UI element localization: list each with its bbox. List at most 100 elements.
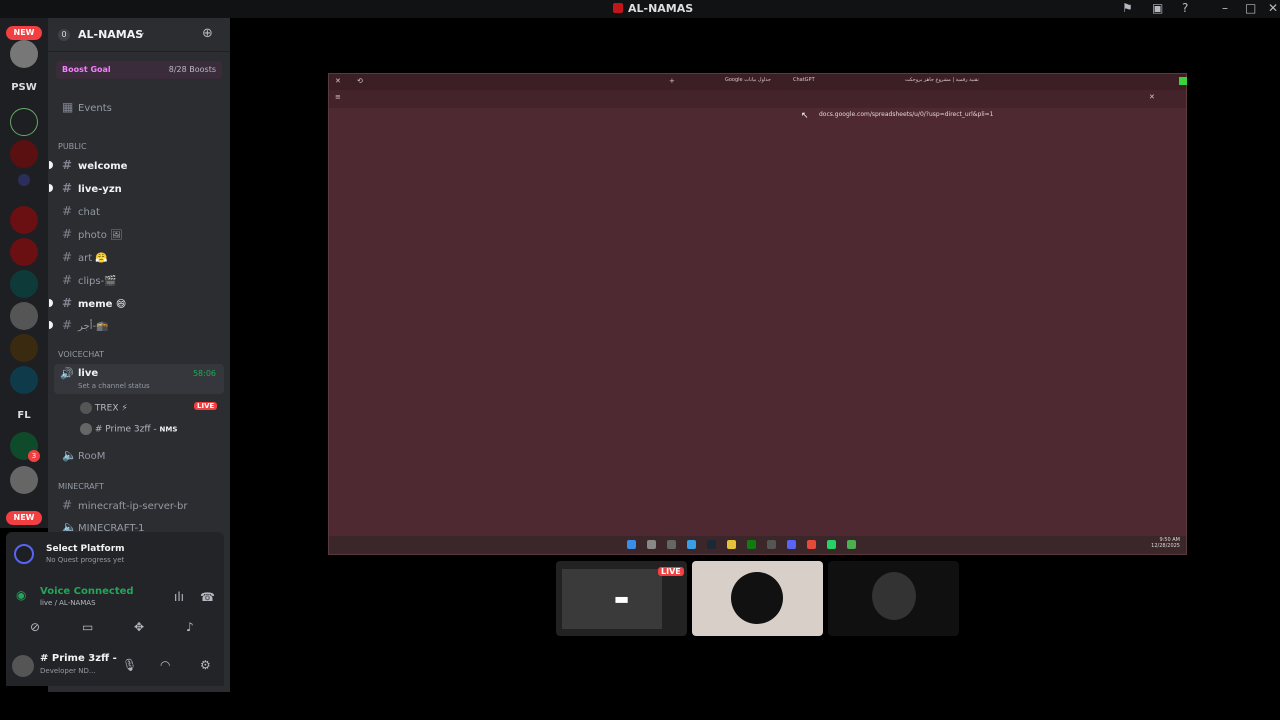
xbox-icon[interactable]	[747, 540, 756, 549]
close-icon[interactable]: ✕	[1268, 1, 1278, 15]
new-tab-icon[interactable]: +	[669, 77, 675, 85]
camera-off-icon[interactable]: ⊘	[30, 620, 40, 634]
noise-suppression-icon[interactable]: ılı	[174, 590, 184, 604]
close-icon[interactable]: ✕	[1149, 93, 1155, 101]
address-bar[interactable]: docs.google.com/spreadsheets/u/0/?usp=di…	[819, 111, 994, 118]
channel-meme[interactable]: # meme 😄	[49, 293, 222, 313]
search-icon[interactable]	[647, 540, 656, 549]
server-icon[interactable]	[10, 40, 38, 68]
browser-toolbar: ≡ docs.google.com/spreadsheets/u/0/?usp=…	[329, 90, 1186, 118]
server-list: NEW PSW FL 3 NEW	[0, 18, 48, 528]
brave-icon[interactable]	[807, 540, 816, 549]
voice-channel-name: live	[78, 368, 99, 379]
speaker-icon: 🔈	[62, 448, 77, 462]
screen-share-icon[interactable]: ▭	[82, 620, 93, 634]
start-icon[interactable]	[627, 540, 636, 549]
browser-tab[interactable]: ChatGPT	[793, 77, 815, 83]
speaker-icon: 🔈	[62, 520, 77, 531]
hash-icon: #	[62, 498, 73, 512]
new-badge: NEW	[6, 26, 42, 40]
stream-tile-screen[interactable]: ▬ LIVE	[556, 561, 687, 636]
browser-tab[interactable]: Google جداول بيانات	[725, 77, 771, 83]
channel-label: meme 😄	[78, 299, 127, 310]
edge-icon[interactable]	[687, 540, 696, 549]
task-view-icon[interactable]	[667, 540, 676, 549]
menu-icon[interactable]: ≡	[335, 93, 341, 101]
windows-taskbar: 9:50 AM 12/28/2025	[329, 536, 1186, 554]
hash-icon: #	[62, 204, 73, 218]
category-minecraft[interactable]: MINECRAFT	[58, 482, 104, 491]
headphones-icon[interactable]: ◠	[160, 658, 170, 672]
voice-location[interactable]: live / AL-NAMAS	[40, 599, 96, 607]
reload-icon[interactable]: ⟲	[357, 77, 363, 85]
folder-icon[interactable]	[18, 174, 30, 186]
activities-icon[interactable]: ✥	[134, 620, 144, 634]
quest-panel[interactable]: Select Platform No Quest progress yet	[6, 532, 224, 576]
avatar[interactable]	[12, 655, 34, 677]
help-icon[interactable]: ?	[1182, 1, 1188, 15]
flag-icon[interactable]: ⚑	[1122, 1, 1133, 15]
server-icon[interactable]	[10, 334, 38, 362]
minimize-icon[interactable]: –	[1222, 1, 1228, 15]
channel-status[interactable]: Set a channel status	[78, 382, 150, 390]
category-public[interactable]: public	[58, 142, 87, 151]
channel-photo[interactable]: # photo 🖼	[56, 224, 222, 244]
channel-art[interactable]: # art 😤	[56, 247, 222, 267]
channel-live-yzn[interactable]: # live-yzn	[49, 178, 222, 198]
events-link[interactable]: ▦ Events	[56, 97, 222, 117]
channel-welcome[interactable]: # welcome	[49, 155, 222, 175]
maximize-icon[interactable]: □	[1245, 1, 1256, 15]
disconnect-icon[interactable]: ☎	[200, 590, 215, 604]
whatsapp-icon[interactable]	[827, 540, 836, 549]
voice-status: Voice Connected	[40, 586, 134, 597]
server-icon[interactable]	[10, 270, 38, 298]
browser-tab[interactable]: تقنية رقمية | مشروع جاهز بروجكت	[905, 77, 979, 83]
channel-ajr[interactable]: # أجر-🕋	[49, 315, 222, 335]
hash-icon: #	[62, 227, 73, 241]
server-icon[interactable]	[10, 466, 38, 494]
channel-minecraft-1[interactable]: 🔈MINECRAFT-1	[56, 517, 222, 531]
user-name: # Prime 3zff -	[40, 653, 117, 664]
server-icon[interactable]	[10, 366, 38, 394]
server-header[interactable]: 0 AL-NAMAS ⌄ ⊕	[48, 18, 230, 52]
chrome-icon[interactable]	[847, 540, 856, 549]
server-psw[interactable]: PSW	[0, 82, 48, 93]
category-voicechat[interactable]: VOICECHAT	[58, 350, 104, 359]
discord-icon[interactable]	[787, 540, 796, 549]
close-icon[interactable]: ✕	[335, 77, 341, 85]
server-name[interactable]: AL-NAMAS	[78, 28, 143, 41]
voice-channel-live[interactable]: 🔊 live 58:06 Set a channel status	[54, 364, 224, 394]
shared-screen-browser[interactable]: ✕ ⟲ + Google جداول بيانات ChatGPT تقنية …	[328, 73, 1187, 555]
invite-people-icon[interactable]: ⊕	[202, 26, 213, 41]
server-fl[interactable]: FL	[0, 410, 48, 421]
steam-icon[interactable]	[707, 540, 716, 549]
channel-clips[interactable]: # clips-🎬	[56, 270, 222, 290]
folder-icon[interactable]	[727, 540, 736, 549]
server-icon[interactable]	[10, 302, 38, 330]
calendar-icon: ▦	[62, 100, 74, 114]
server-icon[interactable]	[10, 140, 38, 168]
server-icon[interactable]	[10, 108, 38, 136]
stream-tile-user[interactable]	[828, 561, 959, 636]
voice-channel-room[interactable]: 🔈RooM	[56, 445, 222, 465]
app-icon[interactable]	[767, 540, 776, 549]
user-status: Developer ND...	[40, 667, 96, 675]
voice-user[interactable]: TREX ⚡	[80, 402, 128, 414]
settings-gear-icon[interactable]: ⚙	[200, 658, 211, 672]
boost-progress: 8/28 Boosts	[168, 65, 216, 74]
voice-user[interactable]: # Prime 3zff - NMS	[80, 423, 177, 435]
boost-goal-bar[interactable]: Boost Goal 8/28 Boosts	[56, 61, 222, 79]
microphone-icon[interactable]: 🎙	[122, 658, 137, 672]
channel-chat[interactable]: # chat	[56, 201, 222, 221]
stream-tile-user[interactable]	[692, 561, 823, 636]
channel-label: minecraft-ip-server-br	[78, 501, 188, 512]
channel-minecraft-ip[interactable]: # minecraft-ip-server-br	[56, 495, 222, 515]
hash-icon: #	[62, 250, 73, 264]
chevron-down-icon: ⌄	[138, 28, 146, 38]
signal-icon[interactable]: ◉	[16, 588, 26, 602]
extension-icon[interactable]	[1179, 77, 1187, 85]
server-icon[interactable]	[10, 238, 38, 266]
soundboard-icon[interactable]: ♪	[186, 620, 194, 634]
server-icon[interactable]	[10, 206, 38, 234]
inbox-icon[interactable]: ▣	[1152, 1, 1163, 15]
